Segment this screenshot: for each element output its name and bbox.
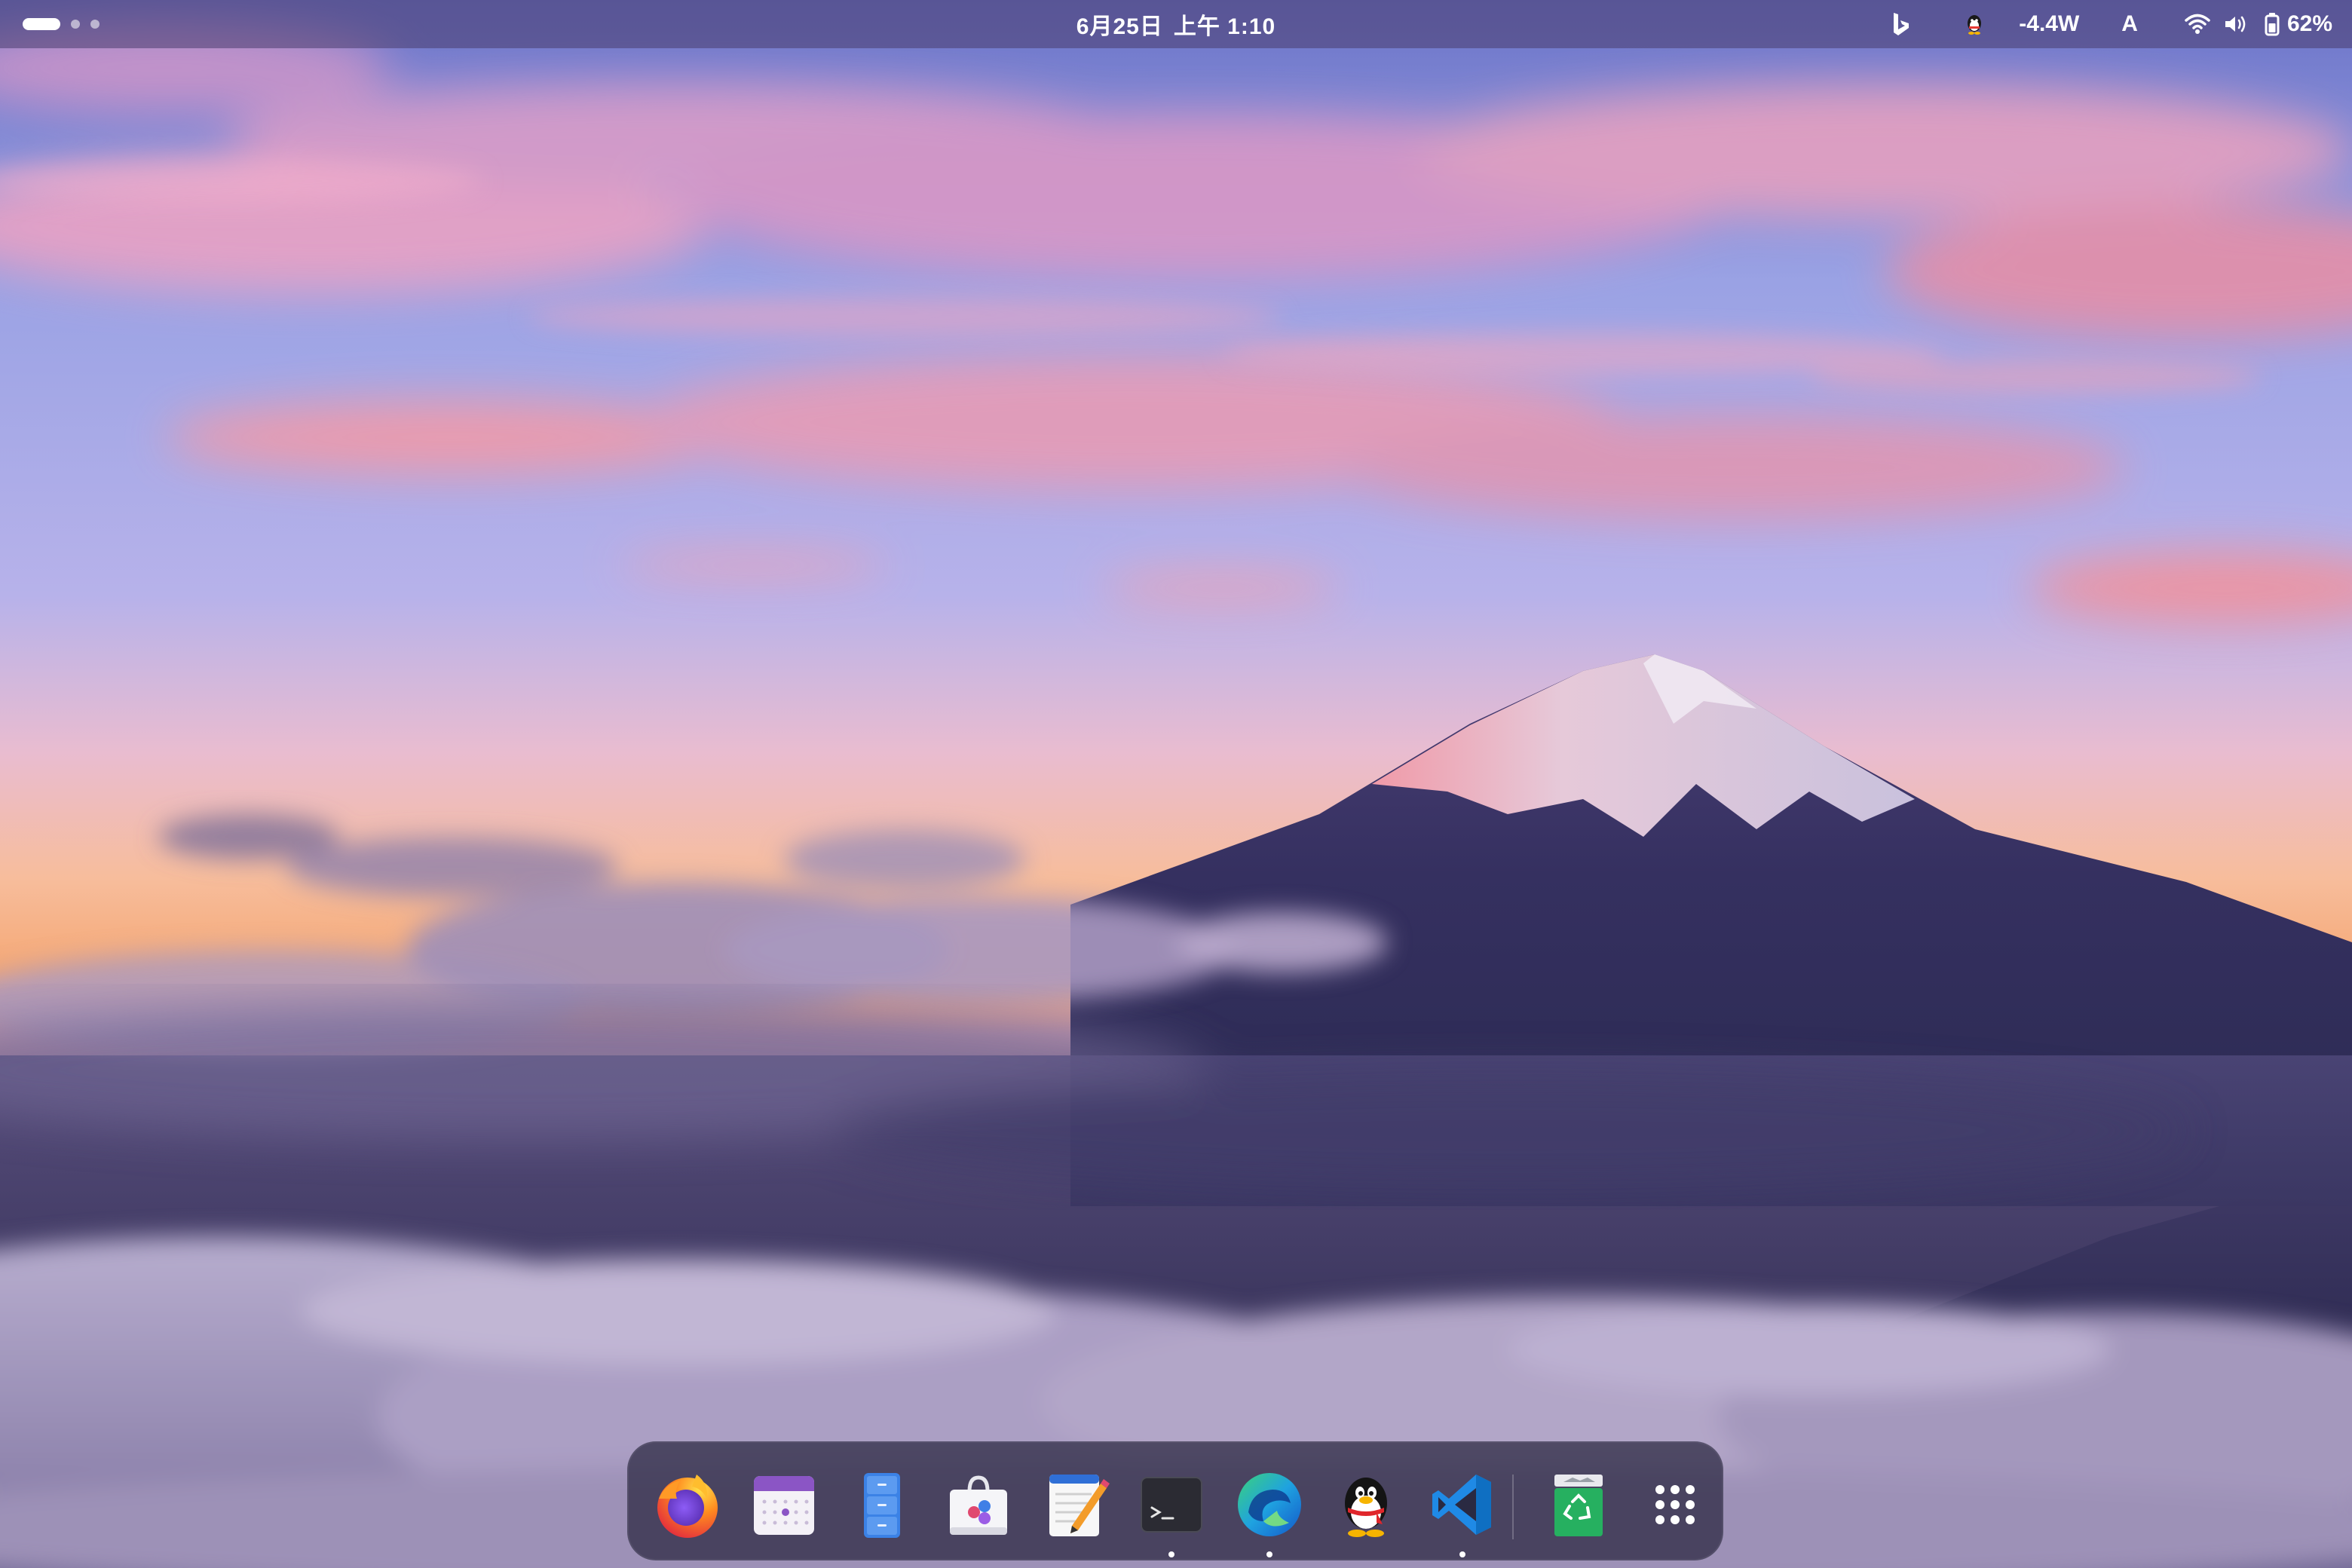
running-indicator <box>1168 1551 1174 1557</box>
workspace-indicator[interactable] <box>23 17 100 32</box>
calendar-icon <box>754 1476 814 1535</box>
dock-item-trash[interactable] <box>1542 1468 1615 1541</box>
text-editor-icon <box>1049 1475 1110 1536</box>
bing-icon[interactable] <box>1891 0 1912 48</box>
battery-percent[interactable]: 62% <box>2287 0 2332 48</box>
trash-icon <box>1554 1475 1603 1536</box>
system-tray: -4.4W A 62% <box>1891 0 2332 48</box>
dock-item-calendar[interactable] <box>748 1468 820 1541</box>
wifi-icon[interactable] <box>2185 0 2210 48</box>
clock-time: 上午 1:10 <box>1173 14 1276 39</box>
app-store-icon <box>950 1475 1007 1535</box>
dock-item-files[interactable] <box>846 1468 918 1541</box>
dock-item-edge[interactable] <box>1233 1468 1306 1557</box>
running-indicator <box>1266 1551 1272 1557</box>
workspace-dot[interactable] <box>90 20 100 29</box>
firefox-icon <box>657 1475 718 1538</box>
running-indicator <box>1459 1551 1465 1557</box>
app-grid-icon <box>1655 1485 1695 1524</box>
dock-item-show-apps[interactable] <box>1639 1468 1711 1541</box>
dock-item-vscode[interactable] <box>1426 1468 1499 1557</box>
vscode-icon <box>1432 1475 1491 1535</box>
volume-icon[interactable] <box>2224 0 2248 48</box>
clock-date: 6月25日 <box>1076 14 1163 39</box>
top-bar: 6月25日 上午 1:10 -4.4W A 62% <box>0 0 2352 48</box>
power-draw[interactable]: -4.4W <box>2019 0 2079 48</box>
dock <box>627 1441 1723 1560</box>
qq-tray-icon[interactable] <box>1965 0 1984 48</box>
workspace-dot[interactable] <box>71 20 80 29</box>
terminal-icon <box>1141 1477 1202 1533</box>
clock[interactable]: 6月25日 上午 1:10 <box>1070 0 1282 48</box>
dock-item-qq[interactable] <box>1330 1468 1402 1541</box>
dock-item-text-editor[interactable] <box>1039 1468 1111 1541</box>
battery-icon[interactable] <box>2265 0 2280 48</box>
dock-item-software[interactable] <box>942 1468 1015 1541</box>
dock-separator <box>1512 1475 1514 1539</box>
dock-item-firefox[interactable] <box>651 1468 724 1541</box>
workspace-active-pill[interactable] <box>23 18 60 30</box>
dock-item-terminal[interactable] <box>1135 1468 1208 1557</box>
files-cabinet-icon <box>864 1473 900 1538</box>
input-method-indicator[interactable]: A <box>2121 0 2138 48</box>
desktop-wallpaper <box>0 0 2352 1568</box>
qq-penguin-icon <box>1345 1478 1387 1537</box>
edge-icon <box>1238 1473 1301 1536</box>
